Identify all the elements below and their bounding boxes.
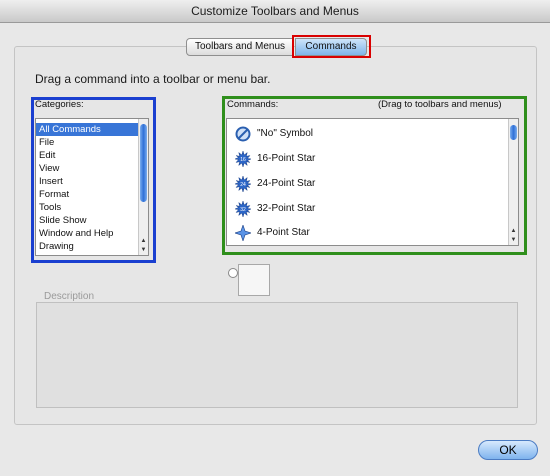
- svg-text:32: 32: [240, 207, 246, 213]
- category-slide-show[interactable]: Slide Show: [36, 214, 140, 227]
- category-file[interactable]: File: [36, 136, 140, 149]
- commands-tab-highlight: [292, 35, 371, 58]
- commands-hint: (Drag to toolbars and menus): [378, 99, 502, 110]
- svg-text:24: 24: [240, 182, 246, 188]
- window-title: Customize Toolbars and Menus: [191, 4, 359, 18]
- categories-label: Categories:: [35, 99, 84, 110]
- star-24-icon: 24: [235, 176, 251, 192]
- category-drawing[interactable]: Drawing: [36, 240, 140, 253]
- customize-dialog: Customize Toolbars and Menus Toolbars an…: [0, 0, 550, 476]
- command-preview: [238, 264, 270, 296]
- command-label: 32-Point Star: [257, 203, 316, 214]
- categories-scrollbar[interactable]: ▲ ▼: [138, 119, 148, 255]
- category-window-and-help[interactable]: Window and Help: [36, 227, 140, 240]
- scroll-up-arrow-icon[interactable]: ▲: [139, 237, 148, 245]
- categories-scroll-thumb[interactable]: [140, 124, 147, 202]
- command-label: 16-Point Star: [257, 153, 316, 164]
- commands-scroll-thumb[interactable]: [510, 125, 517, 140]
- star-32-icon: 32: [235, 201, 251, 217]
- scroll-down-arrow-icon[interactable]: ▼: [509, 236, 518, 244]
- category-all-commands[interactable]: All Commands: [36, 123, 140, 136]
- star-4-icon: [235, 225, 251, 241]
- category-format[interactable]: Format: [36, 188, 140, 201]
- star-16-icon: 16: [235, 151, 251, 167]
- commands-list[interactable]: "No" Symbol 16 16-Point Star 24 24-Point…: [226, 118, 519, 246]
- ok-button[interactable]: OK: [478, 440, 538, 460]
- scroll-down-arrow-icon[interactable]: ▼: [139, 246, 148, 254]
- no-symbol-icon: [235, 126, 251, 142]
- command-label: "No" Symbol: [257, 128, 314, 139]
- command-label: 4-Point Star: [257, 227, 310, 238]
- title-bar: Customize Toolbars and Menus: [0, 0, 550, 23]
- category-edit[interactable]: Edit: [36, 149, 140, 162]
- command-label: 24-Point Star: [257, 178, 316, 189]
- category-tools[interactable]: Tools: [36, 201, 140, 214]
- description-box: [36, 302, 518, 408]
- instruction-text: Drag a command into a toolbar or menu ba…: [35, 72, 271, 86]
- svg-text:16: 16: [240, 157, 246, 163]
- commands-scrollbar[interactable]: ▲ ▼: [508, 119, 518, 245]
- tab-toolbars-and-menus[interactable]: Toolbars and Menus: [186, 38, 294, 56]
- categories-list[interactable]: All Commands File Edit View Insert Forma…: [35, 118, 149, 256]
- preview-radio[interactable]: [228, 268, 238, 278]
- scroll-up-arrow-icon[interactable]: ▲: [509, 227, 518, 235]
- commands-label: Commands:: [227, 99, 279, 110]
- category-view[interactable]: View: [36, 162, 140, 175]
- description-label: Description: [44, 291, 95, 302]
- category-insert[interactable]: Insert: [36, 175, 140, 188]
